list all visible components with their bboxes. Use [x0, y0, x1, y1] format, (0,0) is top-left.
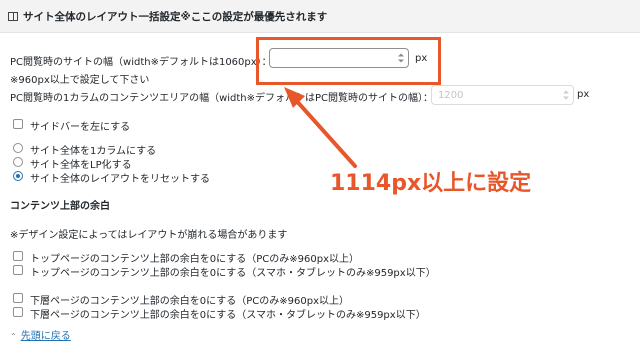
annotation-text: 1114px以上に設定	[330, 171, 532, 196]
annotation-arrow	[284, 87, 357, 168]
